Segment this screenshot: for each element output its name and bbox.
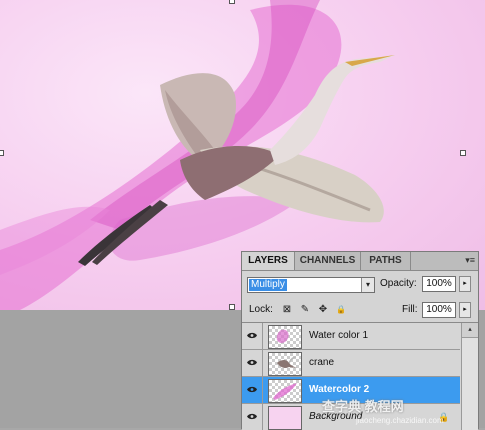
fill-label: Fill:: [402, 304, 418, 315]
transform-handle-left[interactable]: [0, 150, 4, 156]
blend-mode-value: Multiply: [249, 279, 287, 291]
eye-icon: [247, 332, 257, 339]
eye-icon: [247, 359, 257, 366]
lock-position-icon[interactable]: ✥: [318, 305, 328, 315]
layer-thumbnail: [268, 325, 302, 349]
lock-image-pixels-icon[interactable]: ✎: [300, 305, 310, 315]
layer-row-water-color-1[interactable]: Water color 1: [242, 323, 460, 350]
panel-tab-bar: LAYERS CHANNELS PATHS ▾≡: [242, 252, 478, 271]
layer-name[interactable]: Watercolor 2: [309, 384, 369, 395]
layer-list-scrollbar[interactable]: ▴: [461, 323, 478, 430]
lock-transparent-pixels-icon[interactable]: ⊠: [282, 305, 292, 315]
tab-layers[interactable]: LAYERS: [242, 252, 295, 270]
visibility-toggle[interactable]: [242, 404, 263, 430]
lock-label: Lock:: [249, 304, 273, 315]
visibility-toggle[interactable]: [242, 350, 263, 376]
eye-icon: [247, 413, 257, 420]
scroll-up-icon[interactable]: ▴: [462, 323, 478, 338]
visibility-toggle[interactable]: [242, 377, 263, 403]
layer-thumbnail: [268, 379, 302, 403]
watermark-text: 查字典 教程网: [322, 399, 404, 414]
tab-paths[interactable]: PATHS: [361, 252, 411, 270]
layer-row-crane[interactable]: crane: [242, 350, 460, 377]
layer-name[interactable]: Water color 1: [309, 330, 368, 341]
blend-mode-select[interactable]: Multiply ▾: [247, 277, 375, 293]
fill-slider-button[interactable]: ▸: [459, 302, 471, 318]
fill-field[interactable]: 100%: [422, 302, 456, 318]
layer-thumbnail: [268, 406, 302, 430]
layer-thumbnail: [268, 352, 302, 376]
opacity-label: Opacity:: [380, 278, 417, 289]
chevron-down-icon[interactable]: ▾: [361, 278, 374, 292]
eye-icon: [247, 386, 257, 393]
opacity-slider-button[interactable]: ▸: [459, 276, 471, 292]
transform-handle-right[interactable]: [460, 150, 466, 156]
opacity-field[interactable]: 100%: [422, 276, 456, 292]
watermark-url: jiaocheng.chazidian.com: [356, 416, 444, 425]
visibility-toggle[interactable]: [242, 323, 263, 349]
layer-name[interactable]: crane: [309, 357, 334, 368]
transform-handle-top[interactable]: [229, 0, 235, 4]
panel-menu-icon[interactable]: ▾≡: [465, 255, 475, 266]
lock-all-icon[interactable]: 🔒: [336, 305, 346, 315]
tab-channels[interactable]: CHANNELS: [295, 252, 361, 270]
